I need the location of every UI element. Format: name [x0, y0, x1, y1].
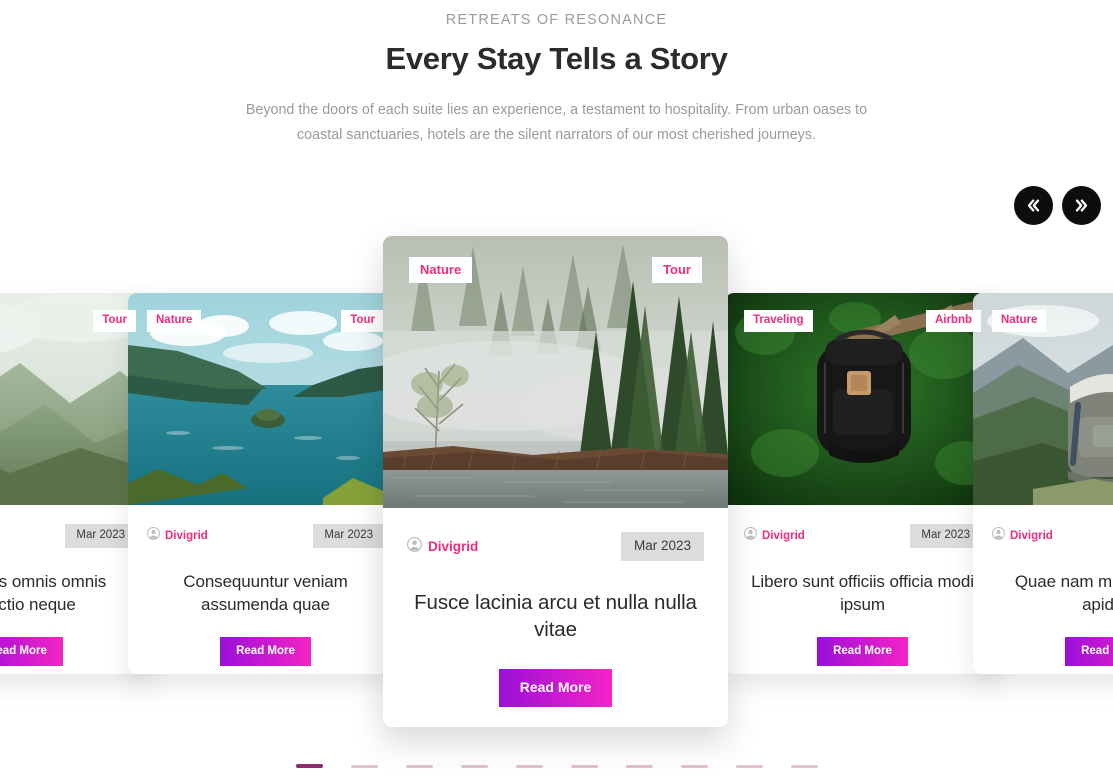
card-title[interactable]: Consequuntur veniam assumenda quae: [147, 570, 384, 616]
card-media: Traveling Airbnb: [725, 293, 1000, 505]
card-date-badge: Mar 2023: [910, 524, 981, 548]
card-author[interactable]: Divigrid: [992, 527, 1053, 545]
card-date-badge: Mar 2023: [620, 532, 704, 561]
card-body: Divigrid Mar 2023 Consequuntur veniam as…: [128, 505, 403, 666]
card-meta: Divigrid Mar 2023: [407, 532, 704, 561]
avatar-icon: [992, 527, 1005, 545]
pagination-dot[interactable]: [735, 764, 763, 768]
read-more-button[interactable]: Read More: [0, 637, 63, 666]
section-header: RETREATS OF RESONANCE Every Stay Tells a…: [0, 0, 1113, 148]
card-tag-left[interactable]: Traveling: [744, 310, 813, 332]
card-author[interactable]: Divigrid: [407, 536, 479, 557]
card-author-name: Divigrid: [762, 530, 805, 542]
card-meta: Divigrid Mar 2023: [147, 524, 384, 548]
carousel-pagination: [0, 764, 1113, 768]
pagination-dot[interactable]: [295, 764, 323, 768]
card-date-badge: Mar 2023: [313, 524, 384, 548]
blog-card[interactable]: Traveling Airbnb Divigrid Mar 2023 Liber…: [725, 293, 1000, 674]
carousel-prev-button[interactable]: [1014, 186, 1053, 225]
blog-card[interactable]: Nature Tour Divigrid Mar 2023 Consequunt…: [128, 293, 403, 674]
avatar-icon: [407, 536, 422, 557]
card-body: Divigrid Mar 2023 Libero sunt officiis o…: [725, 505, 1000, 666]
card-media: Nature Tour: [128, 293, 403, 505]
blog-card-featured[interactable]: Nature Tour Divigrid Mar 2023 Fusce laci…: [383, 236, 728, 727]
blog-carousel: Nature Tour Divigrid Mar 2023 Fugia: [0, 236, 1113, 736]
card-title[interactable]: Fugiat eos omnis omnis distinctio neque: [0, 570, 136, 616]
card-body: Divigrid Mar 2023 Quae nam mias illum re…: [973, 505, 1113, 666]
card-author[interactable]: Divigrid: [147, 527, 208, 545]
card-author-name: Divigrid: [1010, 530, 1053, 542]
pagination-dot[interactable]: [680, 764, 708, 768]
pagination-dot[interactable]: [460, 764, 488, 768]
card-tag-left[interactable]: Nature: [147, 310, 202, 332]
double-chevron-left-icon: [1025, 198, 1042, 213]
pagination-dot[interactable]: [790, 764, 818, 768]
pagination-dot[interactable]: [515, 764, 543, 768]
page-title: Every Stay Tells a Story: [385, 41, 728, 76]
read-more-button[interactable]: Read More: [498, 669, 613, 707]
card-media: Nature Tour: [973, 293, 1113, 505]
card-author-name: Divigrid: [428, 538, 479, 554]
card-meta: Divigrid Mar 2023: [992, 524, 1113, 548]
pagination-dot[interactable]: [570, 764, 598, 768]
card-date-badge: Mar 2023: [65, 524, 136, 548]
avatar-icon: [147, 527, 160, 545]
card-author-name: Divigrid: [165, 530, 208, 542]
card-body: Divigrid Mar 2023 Fusce lacinia arcu et …: [383, 508, 728, 707]
card-title[interactable]: Fusce lacinia arcu et nulla nulla vitae: [407, 589, 704, 643]
blog-card[interactable]: Nature Tour Divigrid Mar 2023 Quae: [973, 293, 1113, 674]
card-tag-right[interactable]: Airbnb: [925, 310, 981, 332]
card-tag-right[interactable]: Tour: [652, 257, 702, 283]
card-author[interactable]: Divigrid: [744, 527, 805, 545]
card-meta: Divigrid Mar 2023: [0, 524, 136, 548]
double-chevron-right-icon: [1073, 198, 1090, 213]
carousel-navigation: [1014, 186, 1101, 225]
card-tag-left[interactable]: Nature: [992, 310, 1047, 332]
read-more-button[interactable]: Read More: [220, 637, 311, 666]
read-more-button[interactable]: Read More: [1065, 637, 1113, 666]
pagination-dot[interactable]: [625, 764, 653, 768]
carousel-next-button[interactable]: [1062, 186, 1101, 225]
card-tag-left[interactable]: Nature: [409, 257, 473, 283]
card-title[interactable]: Quae nam mias illum rem apidipis: [992, 570, 1113, 616]
read-more-button[interactable]: Read More: [817, 637, 908, 666]
eyebrow-text: RETREATS OF RESONANCE: [445, 12, 668, 28]
card-media: Nature Tour: [383, 236, 728, 508]
section-description: Beyond the doors of each suite lies an e…: [245, 102, 868, 143]
pagination-dot[interactable]: [350, 764, 378, 768]
card-tag-right[interactable]: Tour: [93, 310, 136, 332]
card-meta: Divigrid Mar 2023: [744, 524, 981, 548]
pagination-dot[interactable]: [405, 764, 433, 768]
card-tag-right[interactable]: Tour: [341, 310, 384, 332]
card-title[interactable]: Libero sunt officiis officia modi ipsum: [744, 570, 981, 616]
avatar-icon: [744, 527, 757, 545]
